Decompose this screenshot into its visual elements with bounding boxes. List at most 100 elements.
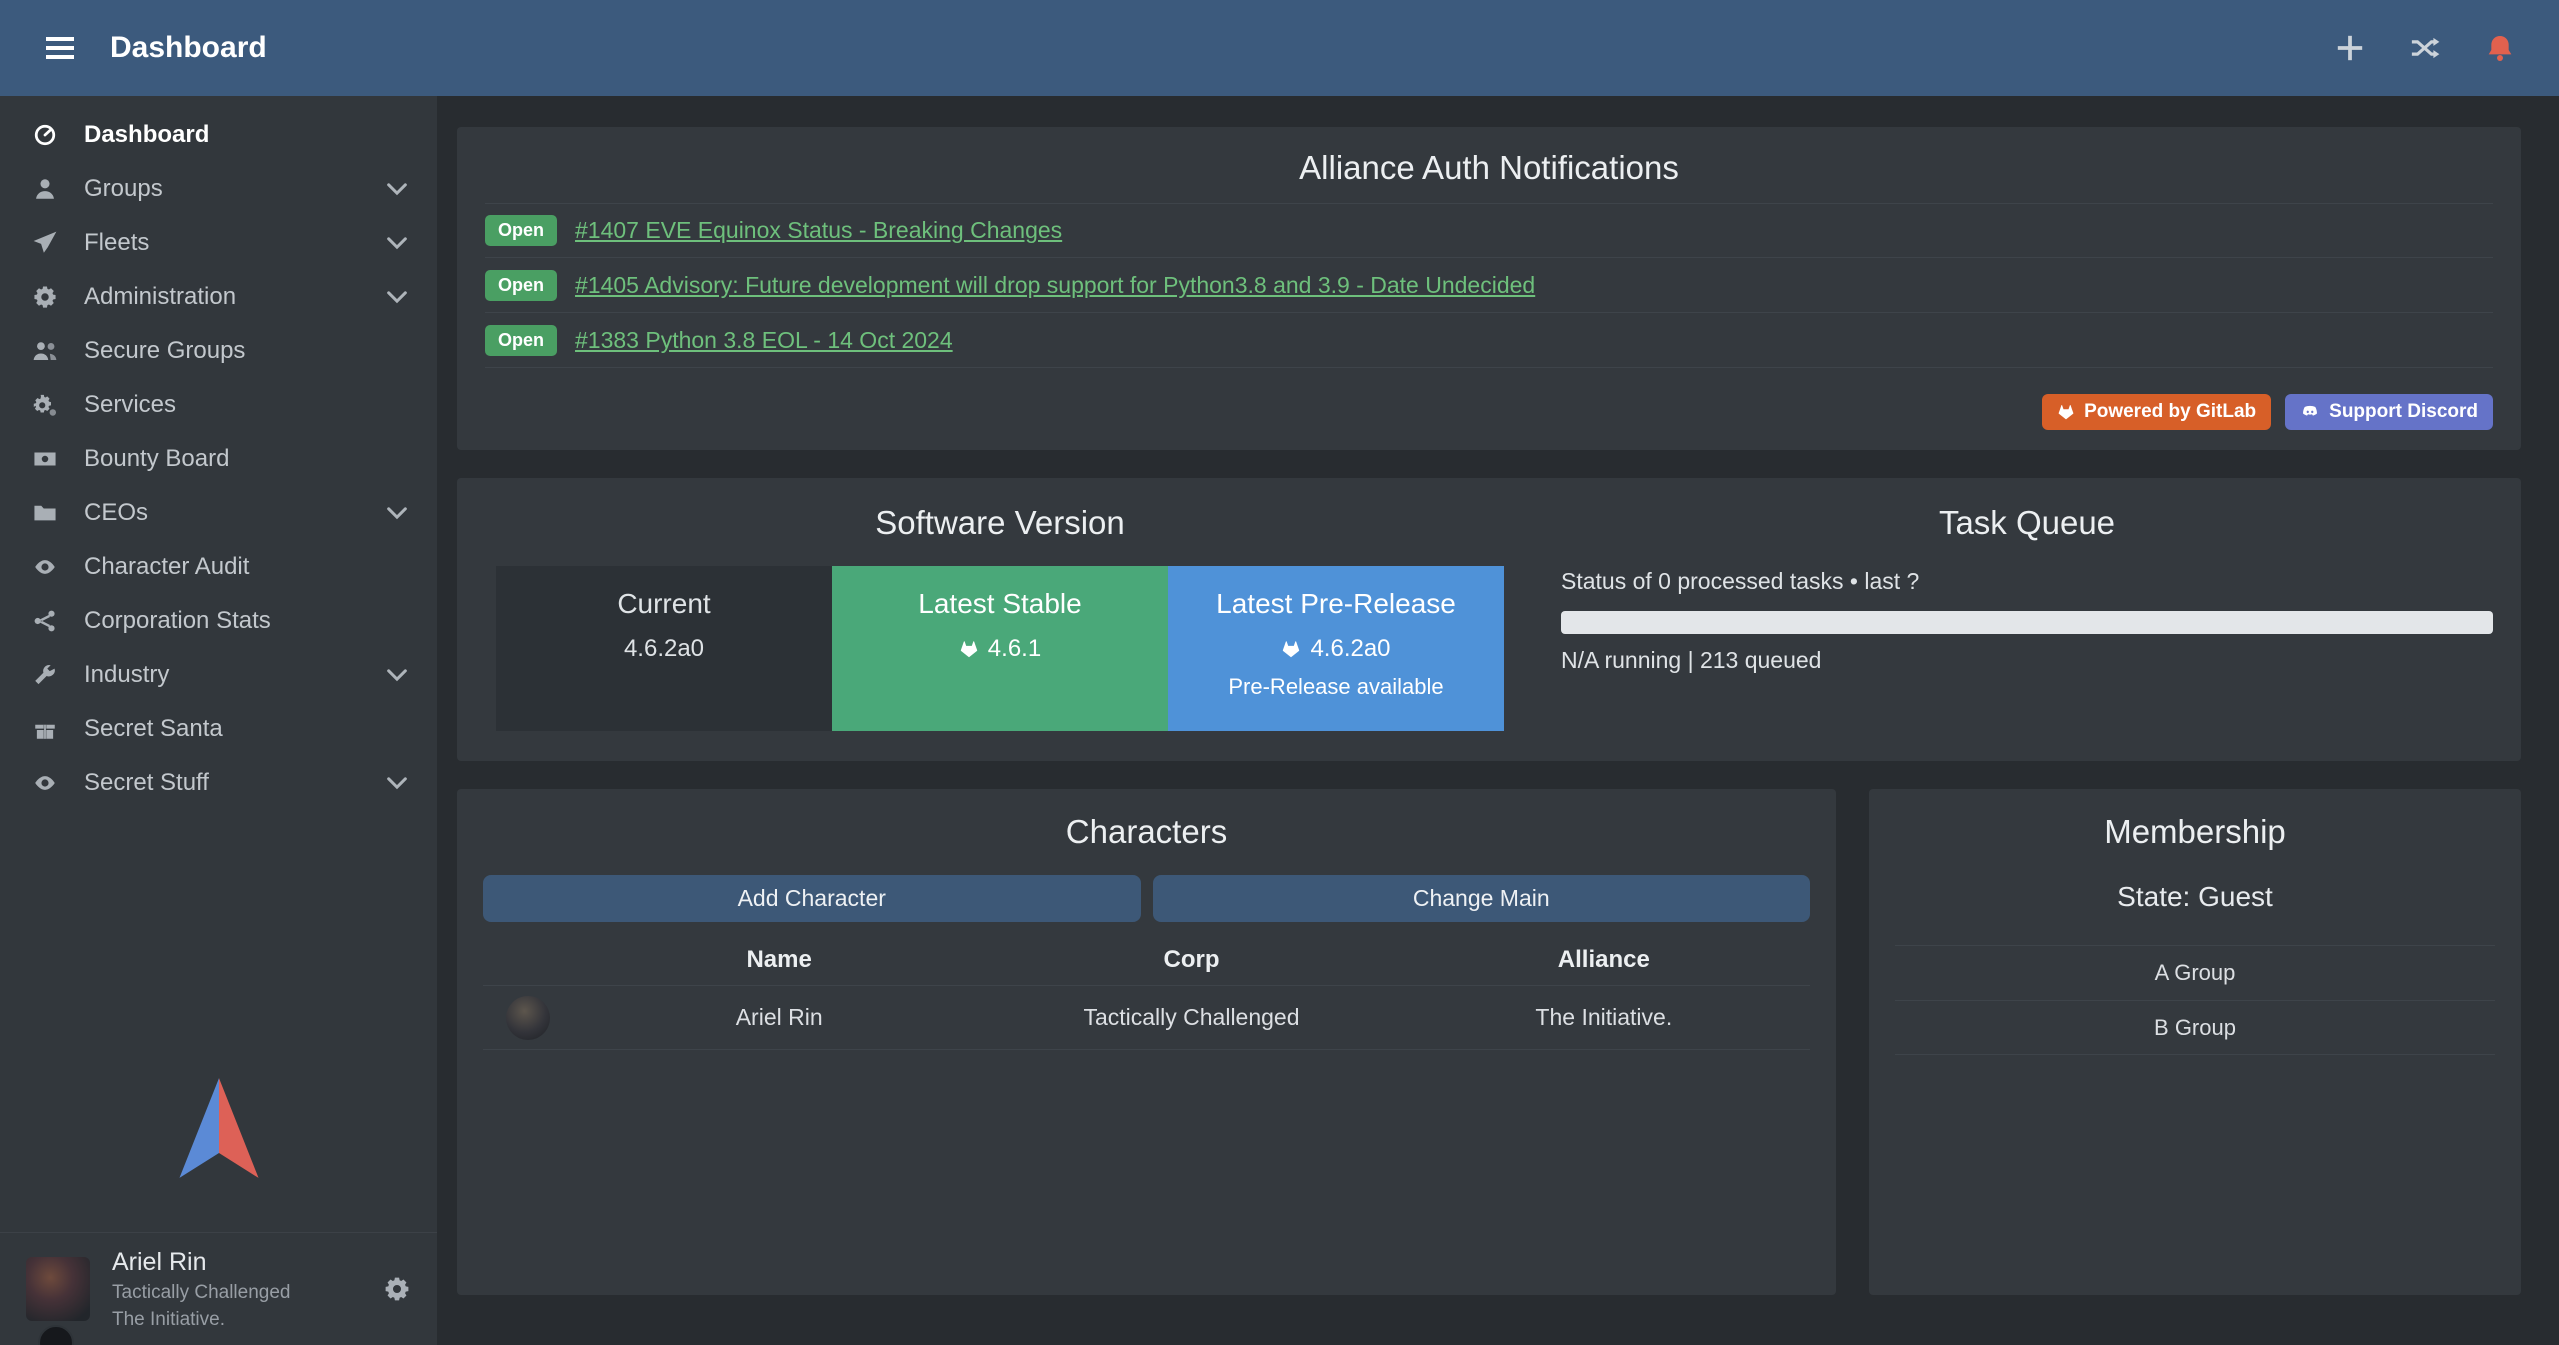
sidebar-item-label: Character Audit	[84, 553, 249, 581]
version-label: Latest Pre-Release	[1168, 566, 1504, 620]
gift-icon	[30, 714, 60, 744]
gitlab-icon	[1281, 639, 1301, 659]
add-character-button[interactable]: Add Character	[483, 875, 1141, 922]
badge-label: Support Discord	[2329, 401, 2478, 423]
notification-row: Open #1407 EVE Equinox Status - Breaking…	[485, 203, 2493, 258]
notifications-footer: Powered by GitLab Support Discord	[485, 394, 2493, 430]
sidebar-item-ceos[interactable]: CEOs	[0, 486, 437, 540]
column-header-name: Name	[573, 946, 985, 974]
sidebar-item-bounty-board[interactable]: Bounty Board	[0, 432, 437, 486]
user-avatar-stack	[26, 1257, 90, 1321]
main-content: Alliance Auth Notifications Open #1407 E…	[437, 96, 2559, 1345]
navbar-actions	[2335, 33, 2515, 63]
money-icon	[30, 444, 60, 474]
sidebar-item-label: Administration	[84, 283, 236, 311]
characters-actions: Add Character Change Main	[483, 875, 1810, 922]
membership-panel: Membership State: Guest A Group B Group	[1869, 789, 2521, 1295]
share-nodes-icon	[30, 606, 60, 636]
chevron-down-icon	[387, 290, 407, 304]
paper-plane-icon	[30, 228, 60, 258]
gear-icon[interactable]	[383, 1275, 411, 1303]
status-badge: Open	[485, 270, 557, 301]
chevron-down-icon	[387, 182, 407, 196]
sidebar-item-label: Dashboard	[84, 121, 209, 149]
sidebar-item-dashboard[interactable]: Dashboard	[0, 108, 437, 162]
sidebar-item-label: Fleets	[84, 229, 149, 257]
list-item: A Group	[1895, 945, 2495, 1000]
sidebar-item-services[interactable]: Services	[0, 378, 437, 432]
sidebar-item-label: Groups	[84, 175, 163, 203]
notification-row: Open #1383 Python 3.8 EOL - 14 Oct 2024	[485, 313, 2493, 368]
task-queue-counts: N/A running | 213 queued	[1561, 647, 2493, 674]
user-avatar	[26, 1257, 90, 1321]
alliance-auth-logo	[0, 1076, 437, 1180]
membership-title: Membership	[1895, 813, 2495, 851]
chevron-down-icon	[387, 776, 407, 790]
version-value: 4.6.1	[988, 635, 1041, 663]
notification-link[interactable]: #1407 EVE Equinox Status - Breaking Chan…	[575, 217, 1062, 244]
sidebar-item-character-audit[interactable]: Character Audit	[0, 540, 437, 594]
support-discord-badge[interactable]: Support Discord	[2285, 394, 2493, 430]
character-corp: Tactically Challenged	[985, 1004, 1397, 1031]
chevron-down-icon	[387, 506, 407, 520]
sidebar-item-industry[interactable]: Industry	[0, 648, 437, 702]
sidebar-menu: Dashboard Groups Fleets Administra	[0, 96, 437, 810]
sidebar: Dashboard Groups Fleets Administra	[0, 96, 437, 1345]
user-name: Ariel Rin	[112, 1247, 291, 1278]
sidebar-item-label: Secret Santa	[84, 715, 223, 743]
sidebar-item-secure-groups[interactable]: Secure Groups	[0, 324, 437, 378]
character-name: Ariel Rin	[573, 1004, 985, 1031]
version-cell-current: Current 4.6.2a0	[496, 566, 832, 731]
gauge-icon	[30, 120, 60, 150]
sidebar-item-secret-stuff[interactable]: Secret Stuff	[0, 756, 437, 810]
user-alliance: The Initiative.	[112, 1308, 291, 1332]
sidebar-item-groups[interactable]: Groups	[0, 162, 437, 216]
characters-panel: Characters Add Character Change Main Nam…	[457, 789, 1836, 1295]
gears-icon	[30, 282, 60, 312]
sidebar-item-secret-santa[interactable]: Secret Santa	[0, 702, 437, 756]
status-badge: Open	[485, 325, 557, 356]
membership-group-list: A Group B Group	[1895, 945, 2495, 1055]
powered-by-gitlab-badge[interactable]: Powered by GitLab	[2042, 394, 2271, 430]
sidebar-item-corporation-stats[interactable]: Corporation Stats	[0, 594, 437, 648]
table-header-row: Name Corp Alliance	[483, 934, 1810, 986]
sidebar-item-label: Secret Stuff	[84, 769, 209, 797]
notification-link[interactable]: #1405 Advisory: Future development will …	[575, 272, 1535, 299]
software-version-title: Software Version	[485, 504, 1515, 542]
eye-icon	[30, 768, 60, 798]
version-label: Current	[496, 566, 832, 620]
sidebar-item-fleets[interactable]: Fleets	[0, 216, 437, 270]
notifications-list: Open #1407 EVE Equinox Status - Breaking…	[485, 203, 2493, 368]
top-navbar: Dashboard	[0, 0, 2559, 96]
sidebar-item-label: Bounty Board	[84, 445, 229, 473]
version-cell-stable: Latest Stable 4.6.1	[832, 566, 1168, 731]
task-queue-section: Task Queue Status of 0 processed tasks •…	[1561, 504, 2493, 731]
version-label: Latest Stable	[832, 566, 1168, 620]
list-item: B Group	[1895, 1000, 2495, 1055]
status-panel: Software Version Current 4.6.2a0 Latest …	[457, 478, 2521, 761]
user-icon	[30, 174, 60, 204]
sidebar-item-administration[interactable]: Administration	[0, 270, 437, 324]
gitlab-icon	[2057, 403, 2075, 421]
eye-icon	[30, 552, 60, 582]
chevron-down-icon	[387, 668, 407, 682]
task-queue-progressbar	[1561, 611, 2493, 634]
characters-title: Characters	[483, 813, 1810, 851]
hamburger-menu-icon[interactable]	[44, 32, 76, 64]
shuffle-icon[interactable]	[2409, 34, 2441, 62]
plus-icon[interactable]	[2335, 33, 2365, 63]
notifications-title: Alliance Auth Notifications	[485, 149, 2493, 187]
notification-link[interactable]: #1383 Python 3.8 EOL - 14 Oct 2024	[575, 327, 953, 354]
sidebar-user-block: Ariel Rin Tactically Challenged The Init…	[0, 1232, 437, 1345]
version-value: 4.6.2a0	[624, 635, 704, 663]
version-value: 4.6.2a0	[1310, 635, 1390, 663]
bell-icon[interactable]	[2485, 33, 2515, 63]
page-title: Dashboard	[110, 31, 267, 65]
change-main-button[interactable]: Change Main	[1153, 875, 1811, 922]
software-version-cells: Current 4.6.2a0 Latest Stable 4.6.1	[485, 566, 1515, 731]
sidebar-item-label: CEOs	[84, 499, 148, 527]
users-icon	[30, 336, 60, 366]
gitlab-icon	[959, 639, 979, 659]
character-portrait	[506, 996, 550, 1040]
column-header-corp: Corp	[985, 946, 1397, 974]
